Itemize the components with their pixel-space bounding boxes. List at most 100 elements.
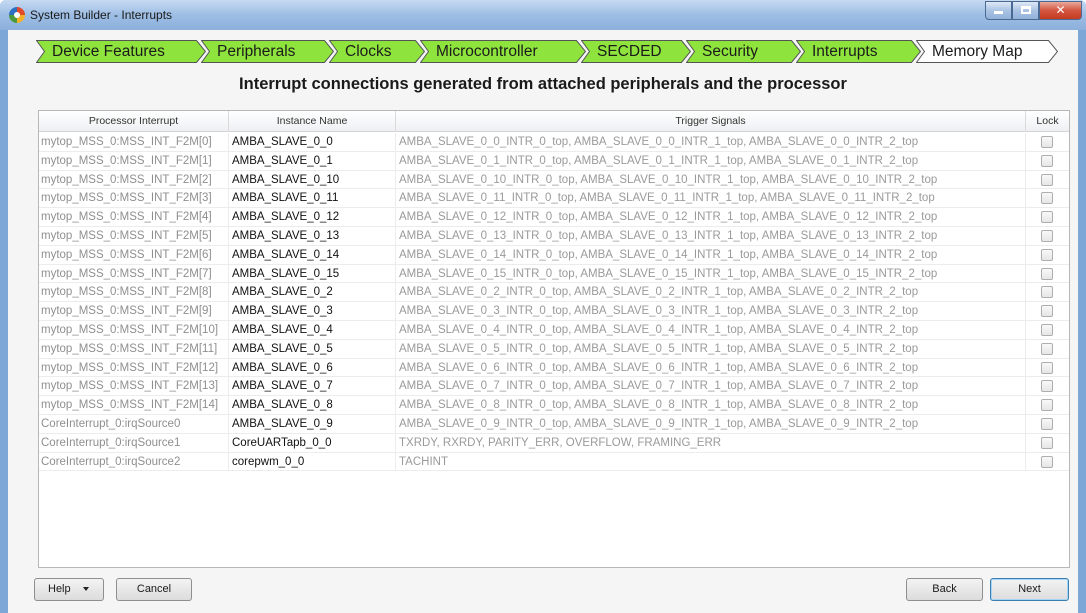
wizard-step-label: Microcontroller bbox=[436, 43, 538, 60]
column-header-processor-interrupt[interactable]: Processor Interrupt bbox=[39, 111, 229, 132]
interrupts-table: Processor Interrupt Instance Name Trigge… bbox=[38, 110, 1070, 568]
lock-checkbox[interactable] bbox=[1041, 418, 1053, 430]
wizard-step-device-features[interactable]: Device Features bbox=[36, 40, 206, 63]
wizard-step-microcontroller[interactable]: Microcontroller bbox=[420, 40, 586, 63]
trigger-signals-cell: AMBA_SLAVE_0_3_INTR_0_top, AMBA_SLAVE_0_… bbox=[396, 302, 1026, 321]
lock-checkbox[interactable] bbox=[1041, 248, 1053, 261]
processor-interrupt-cell: mytop_MSS_0:MSS_INT_F2M[8] bbox=[39, 283, 229, 303]
table-row[interactable]: mytop_MSS_0:MSS_INT_F2M[10] AMBA_SLAVE_0_… bbox=[39, 321, 1069, 340]
title-bar[interactable]: System Builder - Interrupts ✕ bbox=[0, 0, 1086, 30]
lock-checkbox[interactable] bbox=[1041, 192, 1053, 205]
column-header-lock[interactable]: Lock bbox=[1026, 111, 1069, 132]
wizard-step-interrupts[interactable]: Interrupts bbox=[796, 40, 921, 63]
table-row[interactable]: mytop_MSS_0:MSS_INT_F2M[3] AMBA_SLAVE_0_1… bbox=[39, 189, 1069, 209]
instance-name-cell: AMBA_SLAVE_0_3 bbox=[229, 302, 396, 321]
lock-checkbox[interactable] bbox=[1041, 436, 1053, 449]
instance-name-cell: corepwm_0_0 bbox=[229, 452, 396, 472]
table-row[interactable]: mytop_MSS_0:MSS_INT_F2M[1] AMBA_SLAVE_0_1… bbox=[39, 151, 1069, 171]
table-row[interactable]: mytop_MSS_0:MSS_INT_F2M[4] AMBA_SLAVE_0_1… bbox=[39, 208, 1069, 227]
lock-cell bbox=[1026, 415, 1069, 434]
column-header-instance-name[interactable]: Instance Name bbox=[229, 111, 396, 132]
column-header-trigger-signals[interactable]: Trigger Signals bbox=[396, 111, 1026, 132]
wizard-step-secded[interactable]: SECDED bbox=[581, 40, 691, 63]
lock-checkbox[interactable] bbox=[1041, 267, 1053, 280]
instance-name-cell: AMBA_SLAVE_0_14 bbox=[229, 245, 396, 265]
close-icon: ✕ bbox=[1055, 3, 1066, 17]
lock-checkbox[interactable] bbox=[1041, 342, 1053, 355]
lock-cell bbox=[1026, 265, 1069, 284]
processor-interrupt-cell: CoreInterrupt_0:irqSource2 bbox=[39, 452, 229, 472]
trigger-signals-cell: AMBA_SLAVE_0_7_INTR_0_top, AMBA_SLAVE_0_… bbox=[396, 377, 1026, 397]
processor-interrupt-cell: mytop_MSS_0:MSS_INT_F2M[13] bbox=[39, 377, 229, 397]
lock-cell bbox=[1026, 133, 1069, 152]
table-row[interactable]: mytop_MSS_0:MSS_INT_F2M[0] AMBA_SLAVE_0_0… bbox=[39, 133, 1069, 152]
table-row[interactable]: mytop_MSS_0:MSS_INT_F2M[14] AMBA_SLAVE_0_… bbox=[39, 396, 1069, 415]
minimize-icon bbox=[994, 11, 1003, 14]
lock-cell bbox=[1026, 340, 1069, 359]
trigger-signals-cell: AMBA_SLAVE_0_6_INTR_0_top, AMBA_SLAVE_0_… bbox=[396, 358, 1026, 378]
table-row[interactable]: mytop_MSS_0:MSS_INT_F2M[6] AMBA_SLAVE_0_1… bbox=[39, 245, 1069, 265]
lock-cell bbox=[1026, 321, 1069, 340]
table-row[interactable]: mytop_MSS_0:MSS_INT_F2M[7] AMBA_SLAVE_0_1… bbox=[39, 264, 1069, 284]
table-row[interactable]: CoreInterrupt_0:irqSource0 AMBA_SLAVE_0_9… bbox=[39, 415, 1069, 434]
lock-checkbox[interactable] bbox=[1041, 136, 1053, 148]
maximize-button[interactable] bbox=[1012, 1, 1039, 20]
lock-checkbox[interactable] bbox=[1041, 211, 1053, 224]
next-button[interactable]: Next bbox=[990, 578, 1069, 601]
table-row[interactable]: CoreInterrupt_0:irqSource2 corepwm_0_0 TAC… bbox=[39, 452, 1069, 472]
minimize-button[interactable] bbox=[985, 1, 1012, 20]
close-button[interactable]: ✕ bbox=[1039, 1, 1082, 20]
processor-interrupt-cell: mytop_MSS_0:MSS_INT_F2M[2] bbox=[39, 170, 229, 190]
wizard-step-label: Peripherals bbox=[217, 43, 296, 60]
lock-checkbox[interactable] bbox=[1041, 399, 1053, 412]
table-row[interactable]: mytop_MSS_0:MSS_INT_F2M[13] AMBA_SLAVE_0_… bbox=[39, 377, 1069, 397]
processor-interrupt-cell: mytop_MSS_0:MSS_INT_F2M[10] bbox=[39, 321, 229, 340]
processor-interrupt-cell: mytop_MSS_0:MSS_INT_F2M[9] bbox=[39, 302, 229, 321]
lock-checkbox[interactable] bbox=[1041, 286, 1053, 299]
wizard-step-label: Memory Map bbox=[932, 43, 1023, 60]
table-row[interactable]: mytop_MSS_0:MSS_INT_F2M[11] AMBA_SLAVE_0_… bbox=[39, 339, 1069, 359]
table-header: Processor Interrupt Instance Name Trigge… bbox=[39, 111, 1069, 132]
lock-cell bbox=[1026, 152, 1069, 171]
lock-checkbox[interactable] bbox=[1041, 455, 1053, 468]
wizard-step-security[interactable]: Security bbox=[686, 40, 801, 63]
instance-name-cell: AMBA_SLAVE_0_1 bbox=[229, 151, 396, 171]
table-row[interactable]: mytop_MSS_0:MSS_INT_F2M[12] AMBA_SLAVE_0_… bbox=[39, 358, 1069, 378]
lock-cell bbox=[1026, 377, 1069, 396]
lock-cell bbox=[1026, 208, 1069, 227]
lock-checkbox[interactable] bbox=[1041, 173, 1053, 186]
maximize-icon bbox=[1020, 6, 1031, 14]
lock-cell bbox=[1026, 283, 1069, 302]
processor-interrupt-cell: CoreInterrupt_0:irqSource1 bbox=[39, 433, 229, 453]
table-row[interactable]: mytop_MSS_0:MSS_INT_F2M[9] AMBA_SLAVE_0_3… bbox=[39, 302, 1069, 321]
instance-name-cell: AMBA_SLAVE_0_15 bbox=[229, 264, 396, 284]
cancel-button[interactable]: Cancel bbox=[116, 578, 192, 601]
wizard-step-peripherals[interactable]: Peripherals bbox=[201, 40, 334, 63]
lock-cell bbox=[1026, 359, 1069, 378]
lock-checkbox[interactable] bbox=[1041, 230, 1053, 242]
lock-checkbox[interactable] bbox=[1041, 361, 1053, 374]
lock-checkbox[interactable] bbox=[1041, 324, 1053, 336]
table-row[interactable]: mytop_MSS_0:MSS_INT_F2M[2] AMBA_SLAVE_0_1… bbox=[39, 170, 1069, 190]
table-row[interactable]: mytop_MSS_0:MSS_INT_F2M[8] AMBA_SLAVE_0_2… bbox=[39, 283, 1069, 303]
instance-name-cell: AMBA_SLAVE_0_7 bbox=[229, 377, 396, 397]
instance-name-cell: AMBA_SLAVE_0_8 bbox=[229, 396, 396, 415]
back-button[interactable]: Back bbox=[906, 578, 983, 601]
table-row[interactable]: CoreInterrupt_0:irqSource1 CoreUARTapb_0_… bbox=[39, 433, 1069, 453]
lock-checkbox[interactable] bbox=[1041, 154, 1053, 167]
help-button[interactable]: Help bbox=[34, 578, 104, 601]
lock-cell bbox=[1026, 302, 1069, 321]
table-row[interactable]: mytop_MSS_0:MSS_INT_F2M[5] AMBA_SLAVE_0_1… bbox=[39, 227, 1069, 246]
lock-checkbox[interactable] bbox=[1041, 305, 1053, 318]
wizard-step-clocks[interactable]: Clocks bbox=[329, 40, 425, 63]
trigger-signals-cell: AMBA_SLAVE_0_15_INTR_0_top, AMBA_SLAVE_0… bbox=[396, 264, 1026, 284]
wizard-panel: Device Features Peripherals Clocks Microcon… bbox=[8, 30, 1078, 613]
window-title: System Builder - Interrupts bbox=[30, 8, 173, 22]
app-icon bbox=[9, 7, 25, 23]
processor-interrupt-cell: mytop_MSS_0:MSS_INT_F2M[0] bbox=[39, 133, 229, 152]
processor-interrupt-cell: mytop_MSS_0:MSS_INT_F2M[7] bbox=[39, 264, 229, 284]
lock-checkbox[interactable] bbox=[1041, 380, 1053, 393]
wizard-step-memory-map[interactable]: Memory Map bbox=[916, 40, 1058, 63]
instance-name-cell: AMBA_SLAVE_0_10 bbox=[229, 170, 396, 190]
lock-cell bbox=[1026, 189, 1069, 208]
